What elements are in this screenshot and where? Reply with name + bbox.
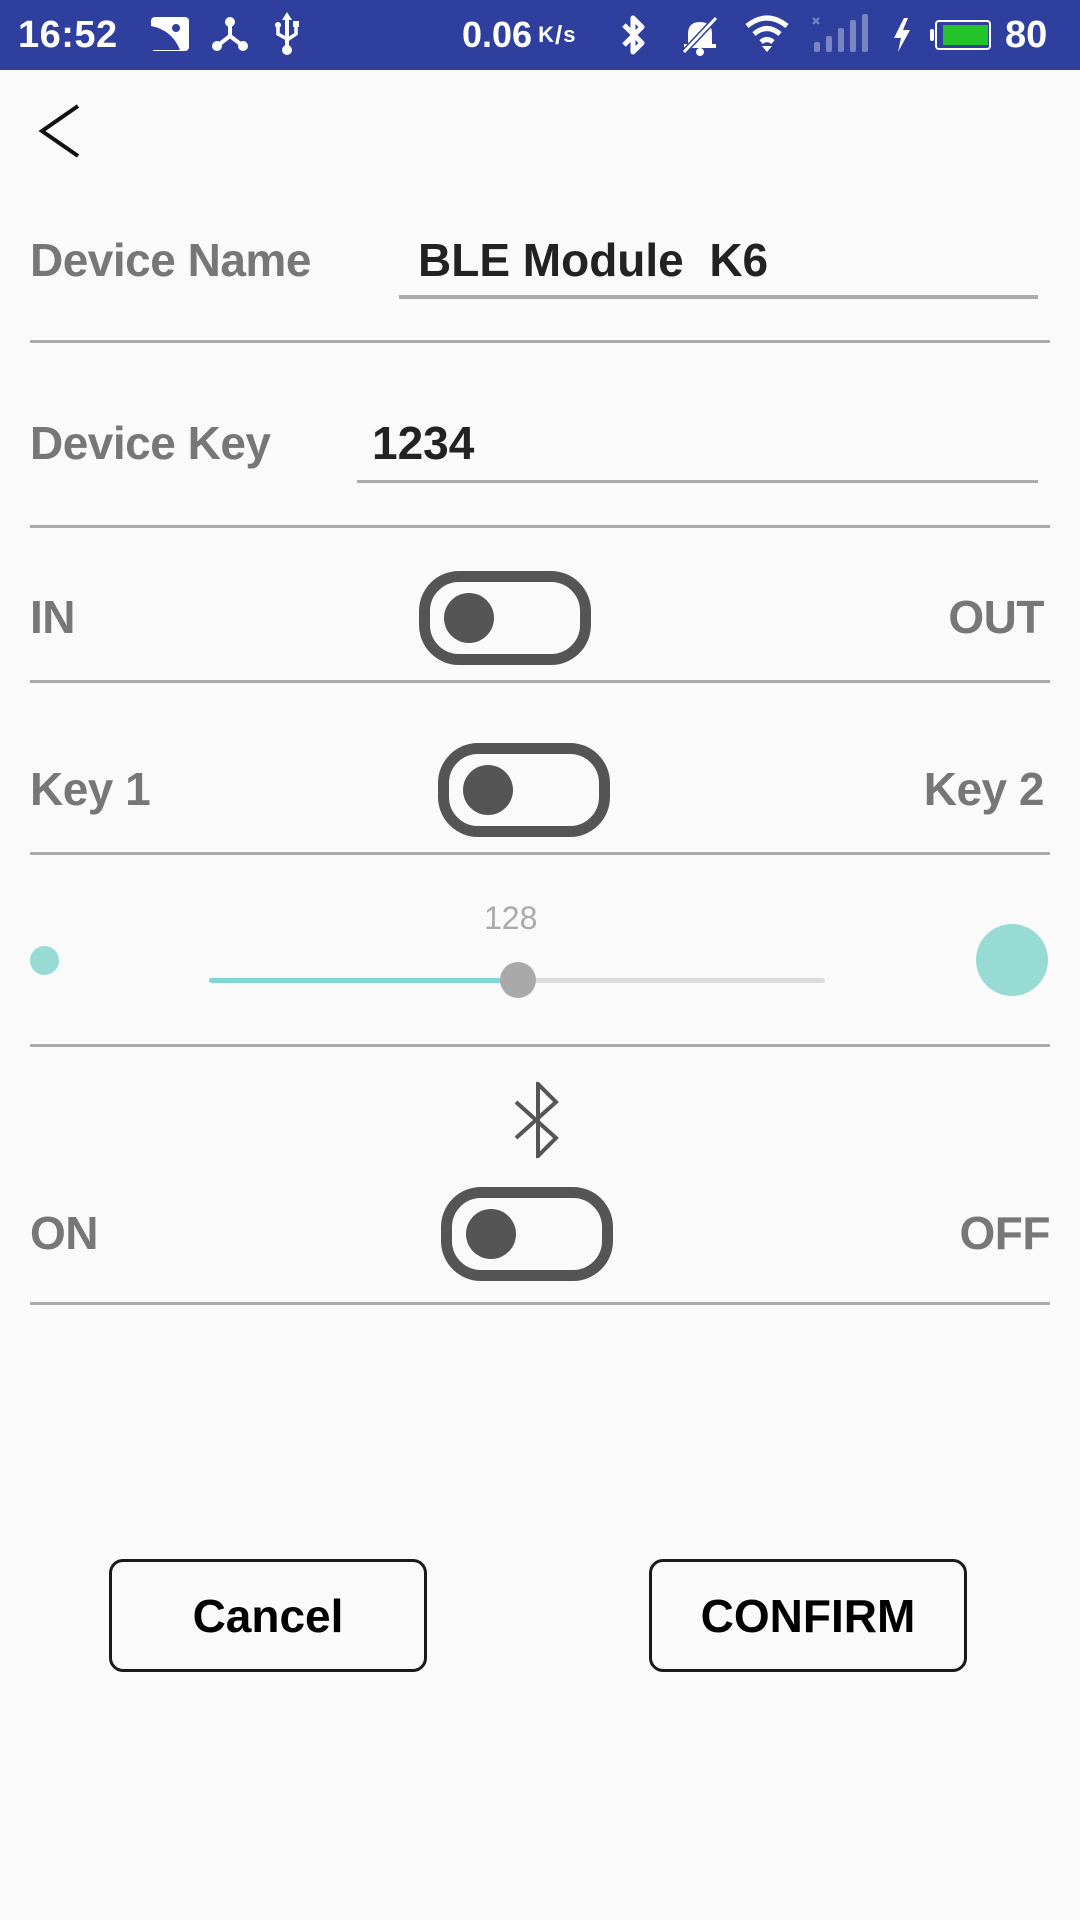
divider xyxy=(30,1302,1050,1305)
divider xyxy=(30,1044,1050,1047)
device-key-underline xyxy=(357,480,1038,483)
cellular-no-signal-icon xyxy=(812,14,868,52)
bluetooth-off-label: OFF xyxy=(959,1207,1051,1259)
bluetooth-on-label: ON xyxy=(30,1207,99,1259)
share-hub-icon xyxy=(212,17,248,51)
network-speed-value: 0.06 xyxy=(462,14,533,55)
battery-percent: 80 xyxy=(1005,13,1048,56)
bluetooth-icon xyxy=(514,1082,559,1158)
device-name-input[interactable]: BLE Module K6 xyxy=(418,233,768,287)
back-button[interactable] xyxy=(30,96,100,166)
key2-label: Key 2 xyxy=(923,763,1045,815)
confirm-button[interactable]: CONFIRM xyxy=(649,1559,967,1672)
in-out-toggle[interactable] xyxy=(419,571,591,665)
slider-thumb[interactable] xyxy=(500,962,536,998)
key1-label: Key 1 xyxy=(30,763,151,815)
battery-icon xyxy=(930,20,991,50)
large-dot-icon xyxy=(976,924,1048,996)
device-key-input[interactable]: 1234 xyxy=(372,416,474,470)
wifi-icon xyxy=(745,15,789,52)
chevron-left-icon xyxy=(38,104,80,158)
toggle-knob xyxy=(466,1209,516,1259)
status-bar: 16:52 0.06 K / s 80 xyxy=(0,0,1080,70)
network-speed-unit-bottom: s xyxy=(563,22,576,47)
divider xyxy=(30,340,1050,343)
network-speed-unit-top: K xyxy=(538,22,554,47)
network-speed: 0.06 K / s xyxy=(462,14,576,55)
bell-off-icon xyxy=(681,15,719,56)
out-label: OUT xyxy=(948,591,1044,643)
divider xyxy=(30,525,1050,528)
key-toggle[interactable] xyxy=(438,743,610,837)
battery-level-fill xyxy=(943,25,988,45)
usb-icon xyxy=(275,12,299,55)
small-dot-icon xyxy=(30,946,59,975)
device-name-underline xyxy=(399,295,1038,299)
bluetooth-icon xyxy=(622,15,645,55)
gallery-icon xyxy=(151,17,189,51)
cancel-button[interactable]: Cancel xyxy=(109,1559,427,1672)
bluetooth-toggle[interactable] xyxy=(441,1187,613,1281)
toggle-knob xyxy=(463,765,513,815)
divider xyxy=(30,680,1050,683)
device-key-label: Device Key xyxy=(30,417,271,469)
slider-value-label: 128 xyxy=(484,900,538,936)
toggle-knob xyxy=(444,593,494,643)
slider-fill xyxy=(209,978,518,983)
divider xyxy=(30,852,1050,855)
device-name-label: Device Name xyxy=(30,234,311,286)
charging-icon xyxy=(894,18,910,52)
in-label: IN xyxy=(30,591,76,643)
brightness-slider[interactable] xyxy=(209,962,825,998)
status-time: 16:52 xyxy=(18,13,118,56)
